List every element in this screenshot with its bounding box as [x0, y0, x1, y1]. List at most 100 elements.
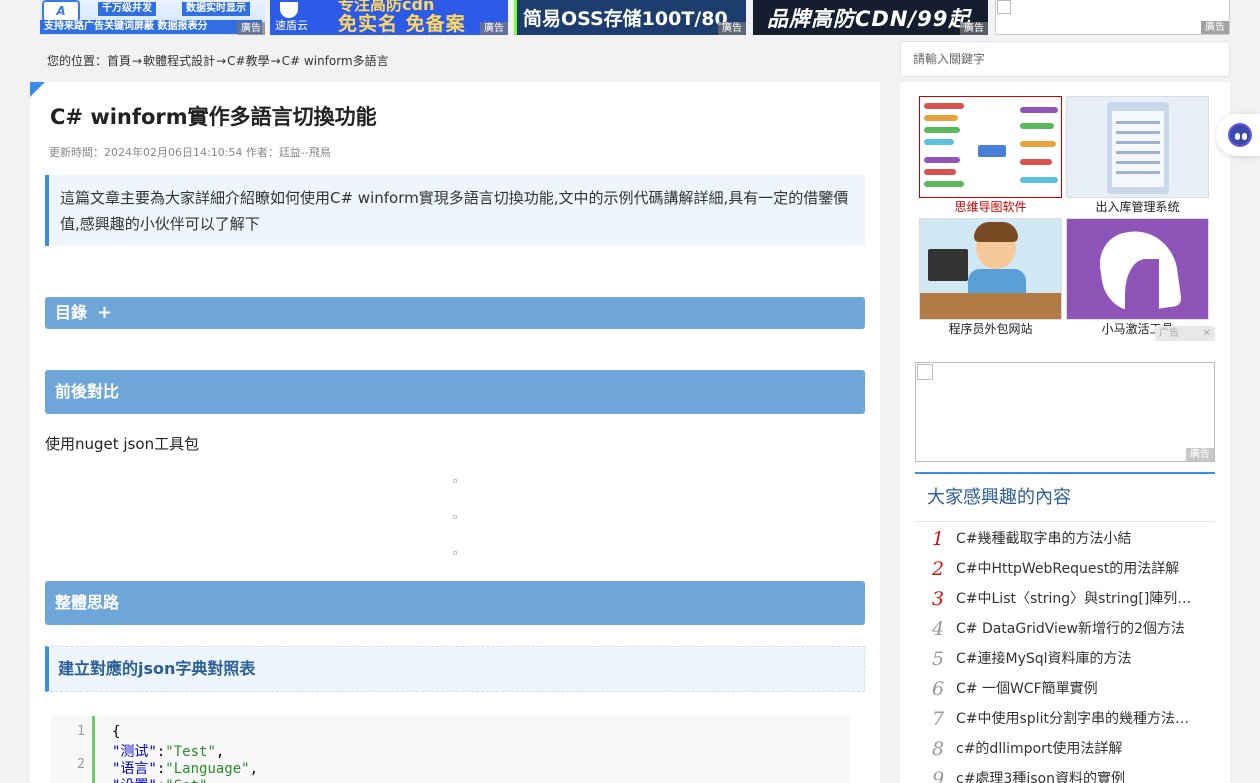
hot-list-item[interactable]: 6 C# 一個WCF簡單實例 — [915, 674, 1215, 704]
broken-image-icon — [453, 479, 457, 483]
ad-tag: 廣告 — [237, 22, 265, 35]
code-block: 1 2 { "测试":"Test", "语言":"Language", "设置"… — [50, 716, 850, 783]
ad-1-line-1: 千万级并发 — [98, 2, 156, 16]
hot-item-rank: 6 — [931, 678, 945, 700]
broken-image-icon — [917, 364, 933, 380]
section-heading-approach: 整體思路 — [45, 581, 865, 625]
toc-label: 目錄 — [55, 303, 88, 322]
page-title: C# winform實作多語言切換功能 — [50, 105, 377, 129]
hot-list-item[interactable]: 4 C# DataGridView新增行的2個方法 — [915, 614, 1215, 644]
ad-4-text: 品牌高防CDN/99起 — [767, 7, 971, 31]
breadcrumb-prefix: 您的位置： — [47, 54, 108, 68]
hot-item-link[interactable]: C#連接MySql資料庫的方法 — [956, 644, 1201, 674]
ad-tag: 廣告 — [718, 22, 746, 35]
article-card: C# winform實作多語言切換功能 更新時間：2024年02月06日14:1… — [30, 82, 880, 783]
top-ad-5[interactable]: 廣告 — [995, 0, 1230, 35]
phone-app-image — [1066, 96, 1209, 198]
hot-list-item[interactable]: 5 C#連接MySql資料庫的方法 — [915, 644, 1215, 674]
hot-item-rank: 8 — [931, 738, 945, 760]
hot-item-link[interactable]: C#幾種截取字串的方法小結 — [956, 524, 1201, 554]
sidebar-ad-tiles: 思维导图软件 出入库管理系统 程序员外包网站 小马激活工具 — [919, 96, 1215, 342]
breadcrumb-separator: → — [270, 54, 281, 68]
top-ad-2[interactable]: 速盾云 专注高防cdn 免实名 免备案 廣告 — [270, 0, 508, 35]
programmer-image — [919, 218, 1062, 320]
hot-list-item[interactable]: 1 C#幾種截取字串的方法小結 — [915, 524, 1215, 554]
hot-item-link[interactable]: c#處理3種json資料的實例 — [956, 764, 1201, 783]
hot-list-item[interactable]: 3 C#中List〈string〉與string[]陣列之... — [915, 584, 1215, 614]
horse-logo-image — [1066, 218, 1209, 320]
article-summary: 這篇文章主要為大家詳細介紹瞭如何使用C# winform實現多語言切換功能,文中… — [45, 175, 865, 246]
hot-item-link[interactable]: C#中List〈string〉與string[]陣列之... — [956, 584, 1201, 614]
code-line: "设置":"Set", — [112, 775, 216, 783]
top-ad-1[interactable]: A 千万级并发 数据实时显示 支持来路广告关键词屏蔽 数据报表分 廣告 — [40, 0, 265, 35]
section-heading-compare: 前後對比 — [45, 370, 865, 414]
toc-toggle[interactable]: 目錄 + — [45, 297, 865, 329]
hot-item-rank: 9 — [931, 768, 945, 783]
hot-item-link[interactable]: C#中使用split分割字串的幾種方法小結 — [956, 704, 1201, 734]
hot-list-title: 大家感興趣的內容 — [915, 474, 1215, 522]
chat-assistant-button[interactable] — [1216, 114, 1260, 156]
tile-caption: 出入库管理系统 — [1095, 200, 1180, 214]
top-ad-strip: A 千万级并发 数据实时显示 支持来路广告关键词屏蔽 数据报表分 廣告 速盾云 … — [0, 0, 1260, 36]
breadcrumb-home[interactable]: 首頁 — [107, 54, 131, 68]
hot-item-link[interactable]: C# 一個WCF簡單實例 — [956, 674, 1201, 704]
ad-1-line-3: 支持来路广告关键词屏蔽 数据报表分 — [40, 20, 262, 34]
hot-list-item[interactable]: 8 c#的dllimport使用法詳解 — [915, 734, 1215, 764]
breadcrumb-subcategory[interactable]: C#教學 — [227, 54, 269, 68]
ad-2-line-2: 免实名 免备案 — [338, 13, 466, 35]
close-icon[interactable]: ✕ — [1203, 326, 1211, 341]
hot-item-rank: 2 — [931, 558, 945, 580]
hot-item-rank: 1 — [931, 528, 945, 550]
corner-decoration — [30, 82, 45, 97]
breadcrumb-category[interactable]: 軟體程式設計 — [143, 54, 215, 68]
robot-face-icon — [1228, 123, 1252, 147]
breadcrumb: 您的位置：首頁→軟體程式設計→C#教學→C# winform多語言 — [47, 52, 389, 69]
tile-caption: 程序员外包网站 — [948, 322, 1033, 336]
hot-item-link[interactable]: c#的dllimport使用法詳解 — [956, 734, 1201, 764]
broken-image-icon — [997, 0, 1011, 14]
tile-outsourcing[interactable]: 程序员外包网站 — [919, 218, 1062, 337]
ad-tag: 廣告 — [480, 22, 508, 35]
ad-3-text: 简易OSS存储100T/80元 — [523, 8, 728, 30]
ad-2-brand: 速盾云 — [275, 19, 308, 32]
article-paragraph: 使用nuget json工具包 — [45, 435, 200, 453]
hot-item-rank: 4 — [931, 618, 945, 640]
ad-logo-icon: A — [42, 0, 80, 22]
breadcrumb-separator: → — [132, 54, 143, 68]
ad-tag: 廣告 — [1201, 21, 1229, 34]
line-number: 1 — [77, 724, 85, 739]
hot-list-item[interactable]: 9 c#處理3種json資料的實例 — [915, 764, 1215, 783]
hot-item-rank: 5 — [931, 648, 945, 670]
sidebar-ad-banner[interactable]: 廣告 — [915, 362, 1215, 462]
broken-image-icon — [453, 551, 457, 555]
article-meta: 更新時間：2024年02月06日14:10:54 作者：廷益--飛鳥 — [49, 146, 331, 159]
hot-list-item[interactable]: 7 C#中使用split分割字串的幾種方法小結 — [915, 704, 1215, 734]
ad-badge: 广告 ✕ — [1155, 326, 1215, 341]
tile-activation[interactable]: 小马激活工具 — [1066, 218, 1209, 337]
hot-item-rank: 7 — [931, 708, 945, 730]
hot-item-rank: 3 — [931, 588, 945, 610]
ad-1-line-2: 数据实时显示 — [182, 2, 250, 16]
search-box — [900, 41, 1230, 77]
top-ad-3[interactable]: 简易OSS存储100T/80元 廣告 — [514, 0, 746, 35]
search-input[interactable] — [901, 42, 1229, 76]
mindmap-image — [919, 96, 1062, 198]
code-line: { — [112, 724, 121, 740]
hot-item-link[interactable]: C# DataGridView新增行的2個方法 — [956, 614, 1201, 644]
hot-list-item[interactable]: 2 C#中HttpWebRequest的用法詳解 — [915, 554, 1215, 584]
ad-tag: 廣告 — [1186, 448, 1214, 461]
ad-tag: 廣告 — [960, 22, 988, 35]
tile-caption: 思维导图软件 — [954, 200, 1027, 214]
hot-list: 大家感興趣的內容 1 C#幾種截取字串的方法小結 2 C#中HttpWebReques… — [915, 472, 1215, 783]
top-ad-4[interactable]: 品牌高防CDN/99起 廣告 — [753, 0, 988, 35]
breadcrumb-current[interactable]: C# winform多語言 — [282, 54, 389, 68]
broken-image-icon — [453, 515, 457, 519]
hot-item-link[interactable]: C#中HttpWebRequest的用法詳解 — [956, 554, 1201, 584]
line-number: 2 — [77, 757, 85, 772]
tile-inventory[interactable]: 出入库管理系统 — [1066, 96, 1209, 215]
tile-mindmap[interactable]: 思维导图软件 — [919, 96, 1062, 215]
ad-badge-label: 广告 — [1159, 328, 1179, 339]
shield-icon — [280, 2, 298, 18]
breadcrumb-separator: → — [216, 54, 227, 68]
plus-icon: + — [97, 302, 113, 323]
